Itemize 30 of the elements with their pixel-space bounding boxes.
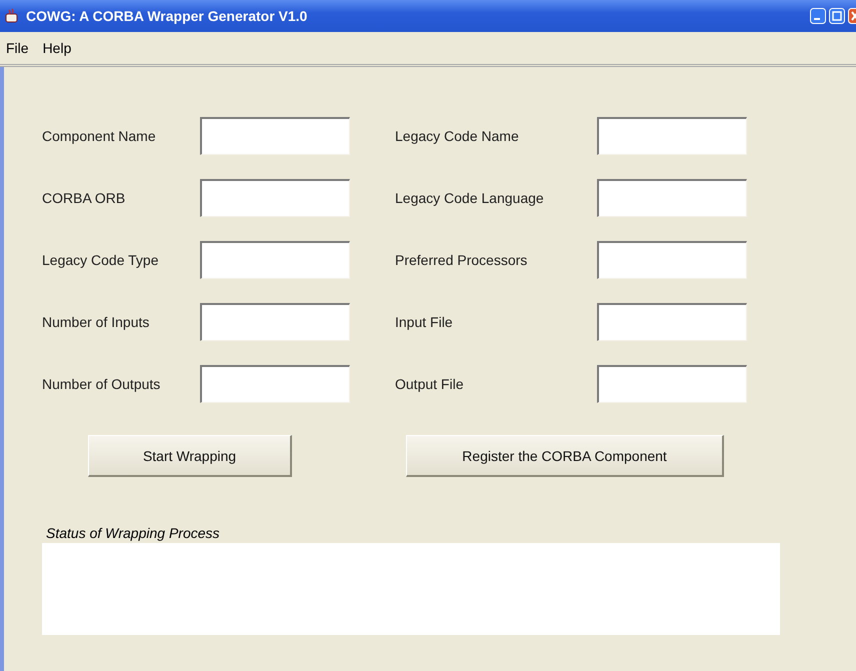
app-icon [4, 8, 20, 24]
maximize-icon[interactable] [829, 8, 845, 24]
field-label: Number of Inputs [42, 314, 150, 330]
field-label: Output File [395, 376, 464, 392]
text-field[interactable] [200, 303, 350, 341]
field-label: Input File [395, 314, 454, 330]
field-label: Number of Outputs [42, 376, 162, 392]
text-field[interactable] [597, 117, 747, 155]
field-label: Legacy Code Type [42, 252, 160, 268]
action-button[interactable]: Register the CORBA Component [406, 435, 724, 477]
action-button[interactable]: Start Wrapping [88, 435, 292, 477]
field-label: Component Name [42, 128, 157, 144]
status-label: Status of Wrapping Process [46, 525, 221, 541]
text-field[interactable] [200, 241, 350, 279]
window-title: COWG: A CORBA Wrapper Generator V1.0 [26, 8, 308, 24]
text-field[interactable] [200, 179, 350, 217]
field-label: Legacy Code Name [395, 128, 520, 144]
close-icon[interactable] [848, 8, 856, 24]
minimize-icon[interactable] [810, 8, 826, 24]
text-field[interactable] [200, 117, 350, 155]
text-field[interactable] [597, 241, 747, 279]
text-field[interactable] [597, 303, 747, 341]
field-label: Preferred Processors [395, 252, 528, 268]
menu-item[interactable]: File [6, 40, 29, 56]
menu-item[interactable]: Help [42, 40, 72, 56]
text-field[interactable] [200, 365, 350, 403]
field-label: CORBA ORB [42, 190, 126, 206]
text-field[interactable] [597, 365, 747, 403]
field-label: Legacy Code Language [395, 190, 545, 206]
text-field[interactable] [597, 179, 747, 217]
